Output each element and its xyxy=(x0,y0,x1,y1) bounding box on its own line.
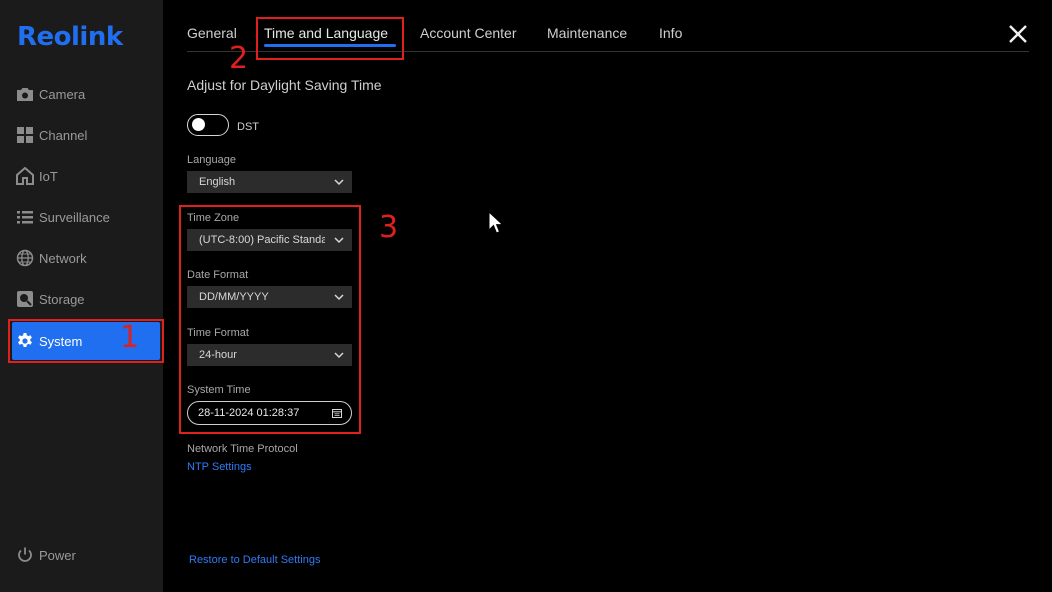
callout-box-2 xyxy=(256,17,404,60)
sidebar-item-camera[interactable]: Camera xyxy=(12,75,160,113)
sidebar-item-label: Storage xyxy=(39,291,85,307)
language-value: English xyxy=(199,176,236,188)
list-icon xyxy=(15,207,35,227)
callout-number-2: 2 xyxy=(229,41,249,76)
toggle-knob xyxy=(192,118,205,131)
tab-general[interactable]: General xyxy=(187,25,237,41)
close-icon[interactable] xyxy=(1006,22,1030,46)
tab-account-center[interactable]: Account Center xyxy=(420,25,517,41)
power-label: Power xyxy=(39,547,76,563)
mouse-cursor-icon xyxy=(488,211,504,234)
ntp-label: Network Time Protocol xyxy=(187,443,298,455)
sidebar-item-network[interactable]: Network xyxy=(12,239,160,277)
language-label: Language xyxy=(187,154,236,166)
reolink-logo: Reolink xyxy=(17,22,123,52)
restore-default-link[interactable]: Restore to Default Settings xyxy=(189,554,320,566)
callout-box-3 xyxy=(179,205,361,434)
callout-number-1: 1 xyxy=(120,320,140,355)
channel-grid-icon xyxy=(15,125,35,145)
sidebar-item-label: Surveillance xyxy=(39,209,110,225)
callout-number-3: 3 xyxy=(379,210,399,245)
sidebar-item-label: Channel xyxy=(39,127,88,143)
globe-icon xyxy=(15,248,35,268)
sidebar-item-surveillance[interactable]: Surveillance xyxy=(12,198,160,236)
sidebar: Reolink Camera Channel IoT Surveillance … xyxy=(0,0,163,592)
tab-maintenance[interactable]: Maintenance xyxy=(547,25,627,41)
camera-icon xyxy=(15,84,35,104)
dst-label: DST xyxy=(237,121,259,133)
language-select[interactable]: English xyxy=(187,171,352,193)
sidebar-item-channel[interactable]: Channel xyxy=(12,116,160,154)
tab-info[interactable]: Info xyxy=(659,25,682,41)
sidebar-item-label: Camera xyxy=(39,86,86,102)
sidebar-item-label: IoT xyxy=(39,168,58,184)
sidebar-item-label: Network xyxy=(39,250,87,266)
callout-box-1 xyxy=(8,319,164,363)
sidebar-item-iot[interactable]: IoT xyxy=(12,157,160,195)
storage-icon xyxy=(15,289,35,309)
dst-section-title: Adjust for Daylight Saving Time xyxy=(187,77,382,93)
iot-home-icon xyxy=(15,166,35,186)
ntp-settings-link[interactable]: NTP Settings xyxy=(187,461,252,473)
power-button[interactable]: Power xyxy=(12,536,160,574)
sidebar-item-storage[interactable]: Storage xyxy=(12,280,160,318)
power-icon xyxy=(15,545,35,565)
dst-toggle[interactable] xyxy=(187,114,229,136)
chevron-down-icon xyxy=(334,179,344,186)
